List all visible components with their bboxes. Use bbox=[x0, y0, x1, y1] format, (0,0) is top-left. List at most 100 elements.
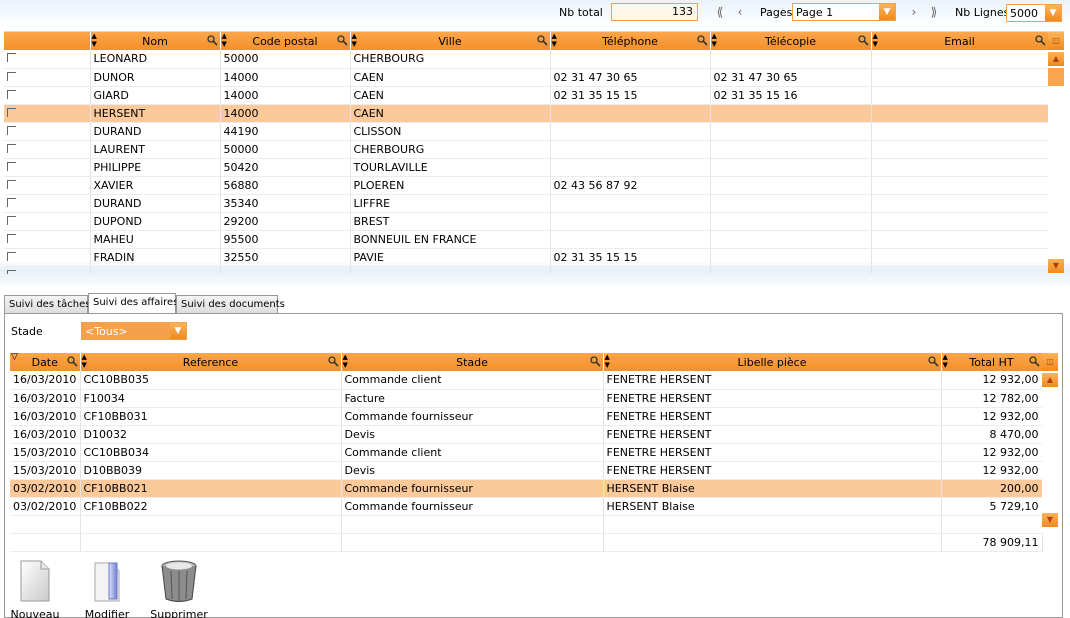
sort-icon[interactable]: ▲ ▼ bbox=[82, 353, 87, 369]
chevron-down-icon[interactable]: ▼ bbox=[170, 323, 186, 339]
table-row[interactable]: DUNOR 14000 CAEN 02 31 47 30 65 02 31 47 30 … bbox=[4, 68, 1049, 87]
table-row[interactable]: DURAND 35340 LIFFRE bbox=[4, 194, 1049, 213]
col-header-libelle[interactable]: ▲ ▼ Libelle pièce bbox=[603, 353, 942, 371]
col-header-nom[interactable]: ▲ ▼ Nom bbox=[90, 32, 221, 50]
sort-icon[interactable]: ▲ ▼ bbox=[343, 353, 348, 369]
tab-suivi-documents[interactable]: Suivi des documents bbox=[176, 295, 285, 314]
scroll-down-icon[interactable]: ▼ bbox=[1048, 259, 1064, 273]
sort-icon[interactable]: ▲ ▼ bbox=[92, 32, 97, 48]
table-row[interactable]: DUPOND 29200 BREST bbox=[4, 212, 1049, 231]
checkbox-icon[interactable] bbox=[7, 215, 16, 225]
row-checkbox[interactable] bbox=[4, 248, 91, 267]
last-page-icon[interactable]: ⟫ bbox=[927, 4, 941, 20]
col-header-stade[interactable]: ▲ ▼ Stade bbox=[341, 353, 604, 371]
checkbox-icon[interactable] bbox=[7, 197, 16, 207]
table-row[interactable]: LAURENT 50000 CHERBOURG bbox=[4, 140, 1049, 159]
checkbox-icon[interactable] bbox=[7, 161, 16, 171]
row-checkbox[interactable] bbox=[4, 50, 91, 69]
checkbox-icon[interactable] bbox=[7, 233, 16, 243]
row-checkbox[interactable] bbox=[4, 230, 91, 249]
column-chooser-icon[interactable]: ◫ bbox=[1048, 32, 1064, 50]
sort-desc-icon[interactable]: ▽ bbox=[11, 353, 18, 362]
row-checkbox[interactable] bbox=[4, 86, 91, 105]
checkbox-icon[interactable] bbox=[7, 143, 16, 153]
sort-icon[interactable]: ▲ ▼ bbox=[712, 32, 717, 48]
table-row[interactable]: GIARD 14000 CAEN 02 31 35 15 15 02 31 35 15 … bbox=[4, 86, 1049, 105]
table-row[interactable]: 16/03/2010 CF10BB031 Commande fournisseur F… bbox=[10, 407, 1043, 426]
checkbox-icon[interactable] bbox=[7, 53, 16, 63]
prev-page-icon[interactable]: ‹ bbox=[733, 4, 747, 20]
search-icon[interactable] bbox=[206, 35, 218, 46]
table-row[interactable]: 03/02/2010 CF10BB021 Commande fournisseur H… bbox=[10, 479, 1043, 498]
sort-icon[interactable]: ▲ ▼ bbox=[222, 32, 227, 48]
row-checkbox[interactable] bbox=[4, 212, 91, 231]
search-icon[interactable] bbox=[589, 356, 601, 367]
search-icon[interactable] bbox=[66, 356, 78, 367]
row-checkbox[interactable] bbox=[4, 194, 91, 213]
search-icon[interactable] bbox=[336, 35, 348, 46]
affaires-scrollbar[interactable]: ◫ ▲ ▼ bbox=[1042, 353, 1058, 533]
table-row[interactable]: FRADIN 32550 PAVIE 02 31 35 15 15 bbox=[4, 248, 1049, 267]
next-page-icon[interactable]: › bbox=[907, 4, 921, 20]
stade-select[interactable]: <Tous> ▼ bbox=[81, 322, 187, 340]
tab-suivi-taches[interactable]: Suivi des tâches bbox=[4, 295, 90, 314]
row-checkbox[interactable] bbox=[4, 140, 91, 159]
search-icon[interactable] bbox=[1034, 35, 1046, 46]
table-row[interactable]: 15/03/2010 CC10BB034 Commande client FENETR… bbox=[10, 443, 1043, 462]
table-row[interactable]: HERSENT 14000 CAEN bbox=[4, 104, 1049, 123]
row-checkbox[interactable] bbox=[4, 176, 91, 195]
clients-scrollbar[interactable]: ◫ ▲ ▼ bbox=[1048, 32, 1064, 274]
sort-icon[interactable]: ▲ ▼ bbox=[352, 32, 357, 48]
table-row[interactable]: 16/03/2010 D10032 Devis FENETRE HERSENT 8 47… bbox=[10, 425, 1043, 444]
sort-icon[interactable]: ▲ ▼ bbox=[605, 353, 610, 369]
scroll-down-icon[interactable]: ▼ bbox=[1042, 513, 1058, 527]
search-icon[interactable] bbox=[327, 356, 339, 367]
table-row[interactable]: LEONARD 50000 CHERBOURG bbox=[4, 50, 1049, 69]
col-header-date[interactable]: ▽ Date bbox=[10, 353, 81, 371]
checkbox-icon[interactable] bbox=[7, 71, 16, 81]
search-icon[interactable] bbox=[857, 35, 869, 46]
sort-icon[interactable]: ▲ ▼ bbox=[943, 353, 948, 369]
table-row[interactable]: MAHEU 95500 BONNEUIL EN FRANCE bbox=[4, 230, 1049, 249]
chevron-down-icon[interactable]: ▼ bbox=[1045, 5, 1061, 21]
first-page-icon[interactable]: ⟪ bbox=[713, 4, 727, 20]
table-row[interactable]: DURAND 44190 CLISSON bbox=[4, 122, 1049, 141]
col-header-ville[interactable]: ▲ ▼ Ville bbox=[350, 32, 551, 50]
search-icon[interactable] bbox=[927, 356, 939, 367]
checkbox-icon[interactable] bbox=[7, 125, 16, 135]
checkbox-icon[interactable] bbox=[7, 269, 16, 274]
row-checkbox[interactable] bbox=[4, 68, 91, 87]
table-row[interactable]: XAVIER 56880 PLOEREN 02 43 56 87 92 bbox=[4, 176, 1049, 195]
checkbox-icon[interactable] bbox=[7, 179, 16, 189]
row-checkbox[interactable] bbox=[4, 122, 91, 141]
tab-suivi-affaires[interactable]: Suivi des affaires bbox=[88, 293, 178, 314]
table-row[interactable]: PHILIPPE 50420 TOURLAVILLE bbox=[4, 158, 1049, 177]
delete-button[interactable]: Supprimer bbox=[149, 559, 209, 618]
search-icon[interactable] bbox=[1028, 356, 1040, 367]
checkbox-icon[interactable] bbox=[7, 107, 16, 117]
sort-icon[interactable]: ▲ ▼ bbox=[873, 32, 878, 48]
sort-icon[interactable]: ▲ ▼ bbox=[552, 32, 557, 48]
scroll-up-icon[interactable]: ▲ bbox=[1042, 373, 1058, 387]
col-header-telecopie[interactable]: ▲ ▼ Télécopie bbox=[710, 32, 872, 50]
table-row[interactable]: 15/03/2010 D10BB039 Devis FENETRE HERSENT 12… bbox=[10, 461, 1043, 480]
chevron-down-icon[interactable]: ▼ bbox=[879, 4, 895, 20]
checkbox-icon[interactable] bbox=[7, 89, 16, 99]
table-row[interactable]: 16/03/2010 CC10BB035 Commande client FENETR… bbox=[10, 371, 1043, 390]
col-header-telephone[interactable]: ▲ ▼ Téléphone bbox=[550, 32, 711, 50]
search-icon[interactable] bbox=[696, 35, 708, 46]
table-row[interactable]: 03/02/2010 CF10BB022 Commande fournisseur H… bbox=[10, 497, 1043, 516]
checkbox-icon[interactable] bbox=[7, 251, 16, 261]
col-header-email[interactable]: ▲ ▼ Email bbox=[871, 32, 1049, 50]
search-icon[interactable] bbox=[536, 35, 548, 46]
table-row[interactable]: 16/03/2010 F10034 Facture FENETRE HERSENT 12… bbox=[10, 389, 1043, 408]
scroll-thumb[interactable] bbox=[1048, 68, 1064, 86]
nb-lignes-select[interactable]: 5000 ▼ bbox=[1006, 4, 1062, 22]
row-checkbox[interactable] bbox=[4, 158, 91, 177]
row-checkbox[interactable] bbox=[4, 104, 91, 123]
new-button[interactable]: Nouveau bbox=[5, 559, 65, 618]
column-chooser-icon[interactable]: ◫ bbox=[1042, 353, 1058, 371]
edit-button[interactable]: Modifier bbox=[77, 559, 137, 618]
col-header-code-postal[interactable]: ▲ ▼ Code postal bbox=[220, 32, 351, 50]
col-header-reference[interactable]: ▲ ▼ Reference bbox=[80, 353, 342, 371]
